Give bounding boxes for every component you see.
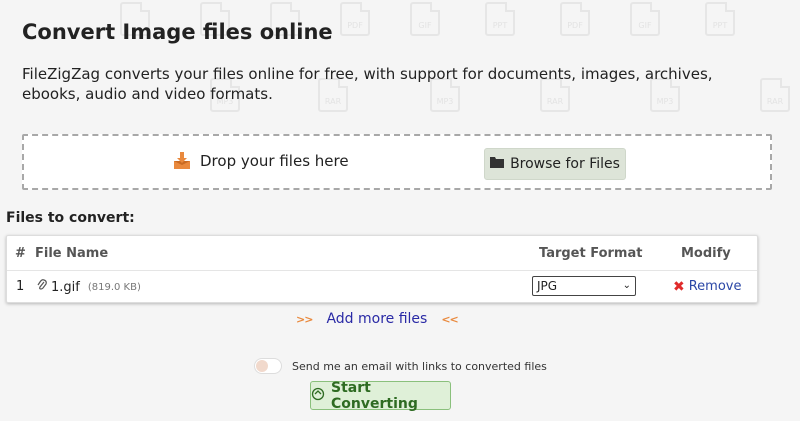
chevron-down-icon: ⌄ [622,280,631,291]
page-title: Convert Image files online [22,20,333,44]
file-watermark-icon: GIF [410,2,440,36]
remove-file-button[interactable]: ✖ Remove [673,279,742,294]
folder-icon [490,156,505,172]
row-index: 1 [16,279,25,294]
column-header-modify: Modify [681,246,731,261]
column-header-index: # [15,246,26,261]
close-icon: ✖ [673,278,685,295]
download-box-icon [172,151,192,171]
file-name: 1.gif [51,279,80,295]
target-format-value: JPG [537,279,558,293]
drop-label: Drop your files here [172,151,349,171]
file-drop-zone[interactable]: Drop your files here Browse for Files [22,134,772,190]
file-size: (819.0 KB) [87,281,141,293]
email-option-row: Send me an email with links to converted… [254,358,547,374]
file-watermark-icon: PDF [340,2,370,36]
convert-icon [311,387,325,405]
table-row: 1 1.gif (819.0 KB) JPG ⌄ ✖ Remove [7,271,757,301]
table-header: # File Name Target Format Modify [7,236,757,271]
email-toggle[interactable] [254,358,282,374]
file-watermark-icon: PDF [560,2,590,36]
target-format-select[interactable]: JPG ⌄ [532,276,636,296]
start-converting-label: Start Converting [331,379,418,412]
toggle-knob [256,360,268,372]
browse-files-button[interactable]: Browse for Files [484,148,626,180]
add-more-files: >> Add more files << [296,311,459,327]
column-header-file-name: File Name [35,246,109,261]
add-more-files-link[interactable]: Add more files [326,311,427,327]
start-converting-button[interactable]: Start Converting [310,379,451,412]
chevron-right-double-icon: >> [296,312,313,326]
column-header-target-format: Target Format [539,246,643,261]
file-watermark-icon: RAR [760,78,790,112]
file-watermark-icon: GIF [630,2,660,36]
file-name-cell: 1.gif (819.0 KB) [37,279,141,295]
drop-label-text: Drop your files here [200,152,349,170]
paperclip-icon [37,279,47,295]
files-to-convert-heading: Files to convert: [6,210,135,226]
email-option-label: Send me an email with links to converted… [292,359,547,373]
file-watermark-icon: PPT [485,2,515,36]
remove-label: Remove [688,279,742,294]
chevron-left-double-icon: << [441,312,458,326]
page-description: FileZigZag converts your files online fo… [22,65,713,103]
browse-files-label: Browse for Files [510,156,620,172]
file-watermark-icon: PPT [705,2,735,36]
files-table: # File Name Target Format Modify 1 1.gif… [6,235,758,303]
